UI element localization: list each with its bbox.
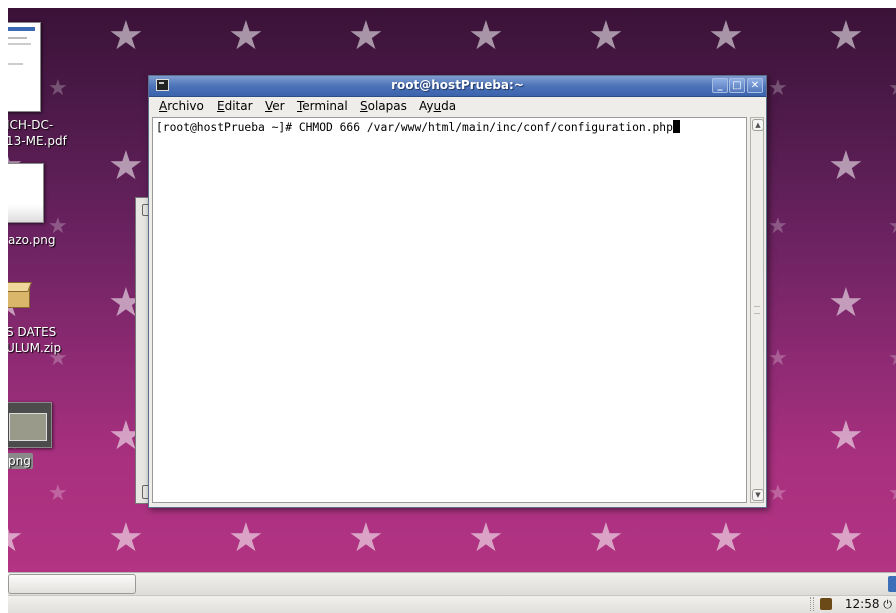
desktop-icon-label-pdf[interactable]: ICH-DC- 13-ME.pdf (8, 117, 67, 149)
pdf-document-icon[interactable] (8, 22, 41, 112)
menu-ver[interactable]: Ver (265, 99, 285, 113)
close-icon: ✕ (750, 80, 760, 91)
maximize-button[interactable]: □ (729, 78, 745, 93)
image-file-icon[interactable] (8, 163, 44, 223)
wallpaper-star: ★ (828, 13, 864, 59)
menubar: Archivo Editar Ver Terminal Solapas Ayud… (149, 97, 766, 116)
wallpaper-star: ★ (588, 515, 624, 561)
taskbar-panel (8, 572, 896, 595)
terminal-command-line: [root@hostPrueba ~]# CHMOD 666 /var/www/… (156, 120, 680, 134)
window-title: root@hostPrueba:~ (391, 78, 524, 92)
notification-icon[interactable] (820, 598, 832, 610)
wallpaper-star: ★ (108, 13, 144, 59)
wallpaper-star: ★ (8, 518, 24, 558)
clock-time: 12:58 (844, 597, 880, 611)
text-cursor (672, 120, 680, 133)
close-button[interactable]: ✕ (747, 78, 763, 93)
wallpaper-star: ★ (48, 76, 68, 101)
taskbar-button[interactable] (8, 574, 136, 594)
wallpaper-star: ★ (828, 515, 864, 561)
window-titlebar[interactable]: root@hostPrueba:~ _ □ ✕ (149, 76, 766, 97)
chevron-up-icon: ▲ (755, 121, 761, 129)
terminal-output[interactable]: [root@hostPrueba ~]# CHMOD 666 /var/www/… (152, 117, 747, 503)
desktop-icon-label-png[interactable]: azo.png (8, 232, 55, 248)
menu-ayuda[interactable]: Ayuda (419, 99, 456, 113)
wallpaper-star: ★ (708, 515, 744, 561)
wallpaper-star: ★ (348, 515, 384, 561)
wallpaper-star: ★ (108, 143, 144, 189)
wallpaper-star: ★ (768, 346, 788, 371)
menu-archivo[interactable]: Archivo (159, 99, 204, 113)
wallpaper-star: ★ (828, 143, 864, 189)
maximize-icon: □ (732, 80, 742, 91)
menu-terminal[interactable]: Terminal (297, 99, 348, 113)
panel-separator (810, 597, 814, 611)
clock[interactable]: 12:58 ⏻ (845, 597, 892, 612)
zip-archive-icon[interactable] (8, 278, 34, 308)
scroll-grip[interactable] (754, 306, 760, 314)
wallpaper-star: ★ (828, 280, 864, 326)
desktop-icon-label-png-2[interactable]: png (8, 453, 33, 469)
wallpaper-star: ★ (468, 13, 504, 59)
wallpaper-star: ★ (588, 13, 624, 59)
bottom-panel: 12:58 ⏻ (8, 595, 896, 613)
desktop-icon-label-zip[interactable]: S DATES ULUM.zip (8, 324, 61, 356)
scroll-down-button[interactable]: ▼ (752, 489, 764, 501)
terminal-window[interactable]: root@hostPrueba:~ _ □ ✕ Archivo Editar V… (148, 75, 767, 508)
wallpaper-star: ★ (768, 481, 788, 506)
wallpaper-star: ★ (828, 413, 864, 459)
workspace-switcher-icon[interactable] (888, 576, 896, 592)
wallpaper-star: ★ (888, 348, 896, 370)
wallpaper-star: ★ (768, 214, 788, 239)
power-icon: ⏻ (883, 598, 892, 611)
wallpaper-star: ★ (468, 515, 504, 561)
wallpaper-star: ★ (888, 216, 896, 238)
wallpaper-star: ★ (228, 13, 264, 59)
wallpaper-star: ★ (108, 515, 144, 561)
minimize-button[interactable]: _ (712, 78, 728, 93)
menu-editar[interactable]: Editar (217, 99, 253, 113)
minimize-icon: _ (717, 80, 723, 91)
wallpaper-star: ★ (768, 76, 788, 101)
wallpaper-star: ★ (348, 13, 384, 59)
image-file-icon[interactable] (8, 402, 52, 448)
wallpaper-star: ★ (228, 515, 264, 561)
scroll-up-button[interactable]: ▲ (752, 119, 764, 131)
wallpaper-star: ★ (48, 481, 68, 506)
wallpaper-star: ★ (708, 13, 744, 59)
wallpaper-star: ★ (888, 78, 896, 100)
menu-solapas[interactable]: Solapas (360, 99, 407, 113)
wallpaper-star: ★ (888, 483, 896, 505)
vertical-scrollbar[interactable]: ▲ ▼ (750, 117, 764, 503)
chevron-down-icon: ▼ (755, 491, 761, 499)
